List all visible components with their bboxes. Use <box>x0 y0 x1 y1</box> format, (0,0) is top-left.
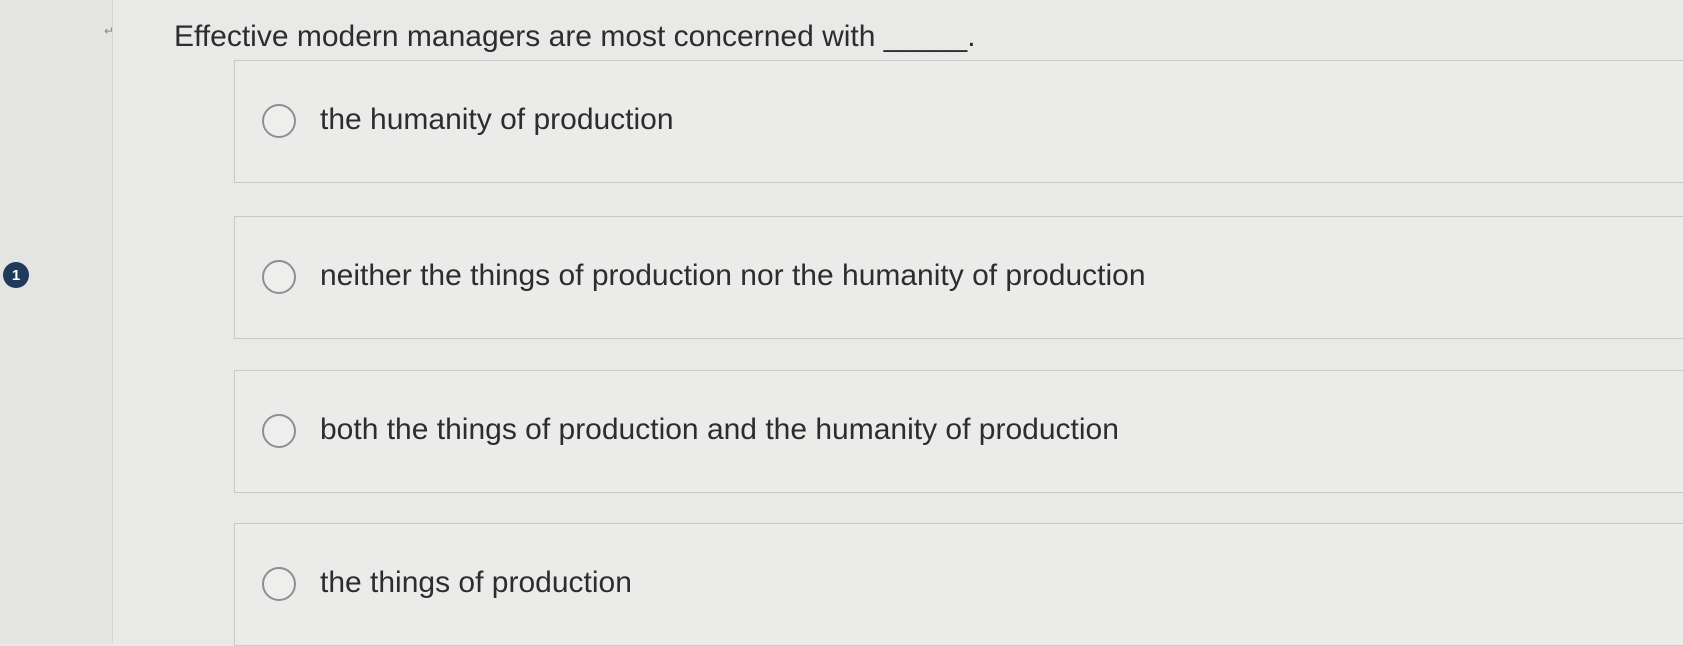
answer-option-1[interactable]: the humanity of production <box>234 60 1683 183</box>
answer-option-label: the things of production <box>320 566 632 599</box>
answer-option-4[interactable]: the things of production <box>234 523 1683 646</box>
question-number-badge: 1 <box>3 262 29 288</box>
answer-option-2[interactable]: neither the things of production nor the… <box>234 216 1683 339</box>
radio-button-icon[interactable] <box>262 104 296 138</box>
radio-button-icon[interactable] <box>262 260 296 294</box>
radio-button-icon[interactable] <box>262 414 296 448</box>
answer-option-label: neither the things of production nor the… <box>320 259 1146 292</box>
answer-option-label: the humanity of production <box>320 103 674 136</box>
left-gutter: ↵ <box>0 0 115 643</box>
question-prompt: Effective modern managers are most conce… <box>174 20 976 53</box>
answer-option-3[interactable]: both the things of production and the hu… <box>234 370 1683 493</box>
answer-option-label: both the things of production and the hu… <box>320 413 1119 446</box>
gutter-mark-icon: ↵ <box>104 24 115 38</box>
radio-button-icon[interactable] <box>262 567 296 601</box>
